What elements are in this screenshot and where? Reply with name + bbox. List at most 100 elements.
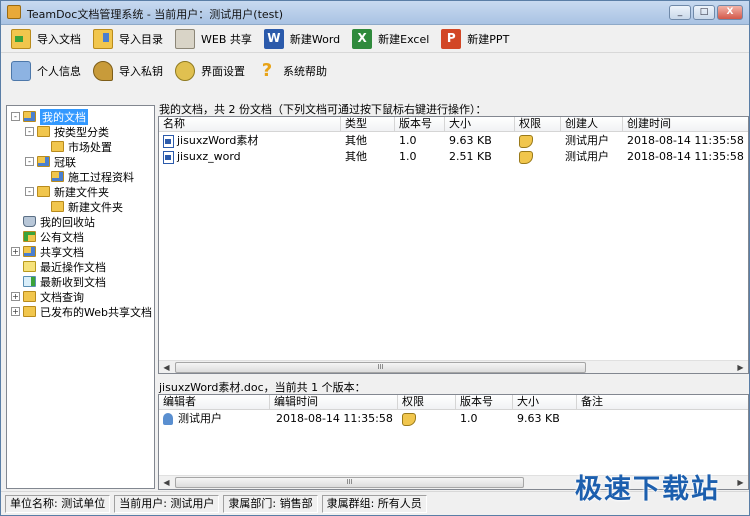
tree-node[interactable]: - 新建文件夹 bbox=[25, 184, 109, 199]
collapse-icon[interactable]: - bbox=[11, 112, 20, 121]
maximize-button[interactable]: □ bbox=[693, 5, 715, 20]
table-cell: 测试用户 bbox=[159, 411, 270, 427]
expand-icon[interactable]: + bbox=[11, 307, 20, 316]
documents-column-1[interactable]: 类型 bbox=[341, 117, 395, 132]
tree-node[interactable]: 公有文档 bbox=[11, 229, 84, 244]
word-icon: W bbox=[263, 28, 284, 49]
user-info-label: 个人信息 bbox=[37, 65, 81, 78]
scroll-right-arrow[interactable]: ▶ bbox=[733, 361, 748, 373]
gear-icon bbox=[175, 61, 195, 81]
tree-node-label: 已发布的Web共享文档 bbox=[40, 305, 152, 319]
scroll-track[interactable]: III bbox=[174, 361, 733, 373]
tree-node[interactable]: 最近操作文档 bbox=[11, 259, 106, 274]
tree-node[interactable]: + 已发布的Web共享文档 bbox=[11, 304, 152, 319]
close-button[interactable]: X bbox=[717, 5, 743, 20]
table-cell: 其他 bbox=[341, 133, 395, 149]
documents-column-4[interactable]: 权限 bbox=[515, 117, 561, 132]
cell-text: 测试用户 bbox=[178, 412, 222, 425]
versions-column-5[interactable]: 备注 bbox=[577, 395, 748, 410]
tree-node[interactable]: + 共享文档 bbox=[11, 244, 84, 259]
import-key-label: 导入私钥 bbox=[119, 65, 163, 78]
scroll-left-arrow[interactable]: ◀ bbox=[159, 361, 174, 373]
new-ppt-label: 新建PPT bbox=[467, 32, 510, 46]
table-row[interactable]: jisuxz_word 其他 1.0 2.51 KB 测试用户 2018-08-14 11… bbox=[159, 149, 748, 165]
documents-column-3[interactable]: 大小 bbox=[445, 117, 515, 132]
expand-icon[interactable]: + bbox=[11, 292, 20, 301]
documents-grid[interactable]: 名称 类型 版本号 大小 权限 创建人 创建时间 jisuxzWord素材 其他 1.0 9.63… bbox=[158, 116, 749, 374]
cell-text: 1.0 bbox=[399, 134, 417, 147]
tree-node[interactable]: 施工过程资料 bbox=[39, 169, 134, 184]
documents-column-6[interactable]: 创建时间 bbox=[623, 117, 748, 132]
cell-text: jisuxzWord素材 bbox=[177, 134, 259, 147]
minimize-button[interactable]: _ bbox=[669, 5, 691, 20]
site-watermark: 极速下载站 bbox=[575, 474, 720, 505]
documents-column-header: 名称 类型 版本号 大小 权限 创建人 创建时间 bbox=[159, 117, 748, 132]
table-cell: 测试用户 bbox=[561, 149, 623, 165]
table-cell: 2018-08-14 11:35:58 bbox=[623, 133, 748, 149]
import-document-label: 导入文档 bbox=[37, 32, 81, 46]
folder-icon bbox=[23, 276, 36, 287]
folder-icon bbox=[23, 306, 36, 317]
import-folder-icon bbox=[93, 28, 113, 49]
versions-column-0[interactable]: 编辑者 bbox=[159, 395, 270, 410]
tree-node[interactable]: - 冠联 bbox=[25, 154, 76, 169]
folder-icon bbox=[37, 186, 50, 197]
tree-node[interactable]: 我的回收站 bbox=[11, 214, 95, 229]
new-ppt-button[interactable]: P 新建PPT bbox=[439, 27, 515, 51]
new-word-button[interactable]: W 新建Word bbox=[262, 27, 346, 51]
tree-node-label: 公有文档 bbox=[40, 230, 84, 244]
tree-node[interactable]: 市场处置 bbox=[39, 139, 112, 154]
cell-text: 1.0 bbox=[399, 150, 417, 163]
documents-hscrollbar[interactable]: ◀ III ▶ bbox=[159, 360, 748, 373]
tree-node[interactable]: + 文档查询 bbox=[11, 289, 84, 304]
cell-text: 1.0 bbox=[460, 412, 478, 425]
scroll-thumb[interactable]: III bbox=[175, 477, 524, 488]
versions-column-4[interactable]: 大小 bbox=[513, 395, 577, 410]
table-cell: 其他 bbox=[341, 149, 395, 165]
scroll-right-arrow[interactable]: ▶ bbox=[733, 476, 748, 489]
documents-column-5[interactable]: 创建人 bbox=[561, 117, 623, 132]
folder-tree[interactable]: - 我的文档 - 按类型分类 市场处置 - 冠联 施工过程资料 - 新建文件夹 新建文件夹 我的回收站… bbox=[6, 105, 155, 489]
versions-column-3[interactable]: 版本号 bbox=[456, 395, 513, 410]
key-icon bbox=[93, 61, 113, 81]
help-button[interactable]: ? 系统帮助 bbox=[255, 59, 333, 83]
collapse-icon[interactable]: - bbox=[25, 157, 34, 166]
tree-node-label: 文档查询 bbox=[40, 290, 84, 304]
folder-icon bbox=[23, 231, 36, 242]
documents-column-2[interactable]: 版本号 bbox=[395, 117, 445, 132]
import-folder-button[interactable]: 导入目录 bbox=[91, 27, 169, 51]
table-row[interactable]: jisuxzWord素材 其他 1.0 9.63 KB 测试用户 2018-08-14 1… bbox=[159, 133, 748, 149]
excel-icon: X bbox=[352, 28, 373, 49]
versions-header: jisuxzWord素材.doc，当前共 1 个版本： bbox=[159, 381, 366, 394]
collapse-icon[interactable]: - bbox=[25, 187, 34, 196]
table-cell: 1.0 bbox=[395, 149, 445, 165]
tree-node[interactable]: 最新收到文档 bbox=[11, 274, 106, 289]
new-excel-button[interactable]: X 新建Excel bbox=[350, 27, 435, 51]
tree-node[interactable]: - 按类型分类 bbox=[25, 124, 109, 139]
expand-icon[interactable]: + bbox=[11, 247, 20, 256]
tree-node-label: 我的回收站 bbox=[40, 215, 95, 229]
table-row[interactable]: 测试用户 2018-08-14 11:35:58 1.0 9.63 KB bbox=[159, 411, 748, 427]
collapse-icon[interactable]: - bbox=[25, 127, 34, 136]
tree-node[interactable]: - 我的文档 bbox=[11, 108, 88, 125]
documents-column-0[interactable]: 名称 bbox=[159, 117, 341, 132]
scroll-thumb[interactable]: III bbox=[175, 362, 586, 373]
versions-column-2[interactable]: 权限 bbox=[398, 395, 456, 410]
scroll-left-arrow[interactable]: ◀ bbox=[159, 476, 174, 489]
user-info-button[interactable]: 个人信息 bbox=[9, 59, 87, 83]
import-key-button[interactable]: 导入私钥 bbox=[91, 59, 169, 83]
import-document-button[interactable]: 导入文档 bbox=[9, 27, 87, 51]
main-toolbar: 导入文档 导入目录 WEB 共享 W 新建Word X 新建Excel P 新建… bbox=[1, 25, 749, 53]
versions-column-1[interactable]: 编辑时间 bbox=[270, 395, 398, 410]
new-word-label: 新建Word bbox=[289, 32, 341, 46]
table-cell bbox=[398, 411, 456, 427]
tree-node-label: 最新收到文档 bbox=[40, 275, 106, 289]
ui-settings-button[interactable]: 界面设置 bbox=[173, 59, 251, 83]
cell-text: 2018-08-14 11:35:58 bbox=[627, 134, 744, 147]
tree-node-label: 最近操作文档 bbox=[40, 260, 106, 274]
tree-node[interactable]: 新建文件夹 bbox=[39, 199, 123, 214]
web-share-button[interactable]: WEB 共享 bbox=[173, 27, 258, 51]
permission-icon bbox=[402, 412, 416, 426]
table-cell: 测试用户 bbox=[561, 133, 623, 149]
settings-toolbar: 个人信息 导入私钥 界面设置 ? 系统帮助 bbox=[1, 53, 749, 89]
